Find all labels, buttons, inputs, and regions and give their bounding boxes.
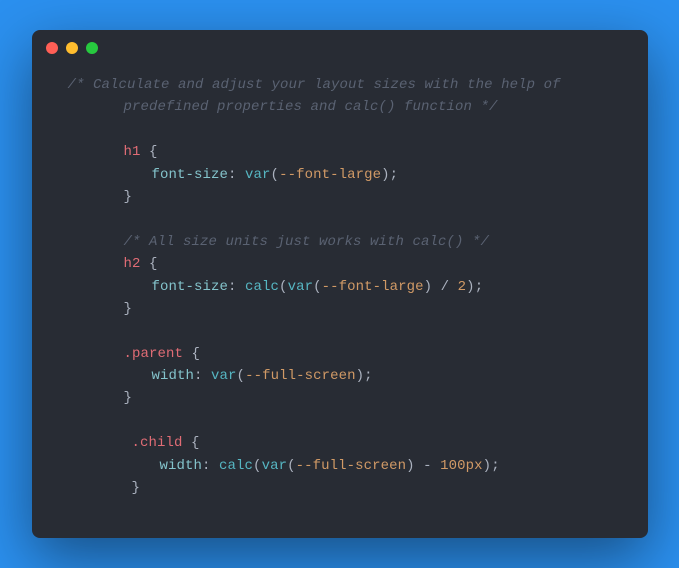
- blank-line: [40, 410, 640, 432]
- variable: --font-large: [322, 279, 424, 295]
- blank-line: [40, 119, 640, 141]
- code-window: /* Calculate and adjust your layout size…: [32, 30, 648, 538]
- brace: }: [124, 301, 133, 317]
- function: var: [262, 458, 288, 474]
- code-line: }: [40, 387, 640, 409]
- code-line: font-size: var(--font-large);: [40, 164, 640, 186]
- brace: }: [124, 189, 133, 205]
- function: var: [245, 167, 271, 183]
- function: calc: [219, 458, 253, 474]
- selector: h2: [124, 256, 141, 272]
- blank-line: [40, 320, 640, 342]
- maximize-icon[interactable]: [86, 42, 98, 54]
- code-line: /* Calculate and adjust your layout size…: [40, 74, 640, 96]
- code-line: width: var(--full-screen);: [40, 365, 640, 387]
- close-icon[interactable]: [46, 42, 58, 54]
- code-line: }: [40, 298, 640, 320]
- brace: }: [132, 480, 141, 496]
- code-line: }: [40, 186, 640, 208]
- selector: .parent: [124, 346, 184, 362]
- code-line: font-size: calc(var(--font-large) / 2);: [40, 276, 640, 298]
- function: calc: [245, 279, 279, 295]
- function: var: [288, 279, 314, 295]
- blank-line: [40, 208, 640, 230]
- code-line: width: calc(var(--full-screen) - 100px);: [40, 455, 640, 477]
- function: var: [211, 368, 237, 384]
- selector: .child: [132, 435, 183, 451]
- number: 100px: [440, 458, 483, 474]
- minimize-icon[interactable]: [66, 42, 78, 54]
- property: font-size: [152, 279, 229, 295]
- titlebar: [32, 30, 648, 66]
- code-line: .child {: [40, 432, 640, 454]
- variable: --font-large: [279, 167, 381, 183]
- variable: --full-screen: [296, 458, 407, 474]
- code-line: h1 {: [40, 141, 640, 163]
- comment-text: predefined properties and calc() functio…: [124, 99, 498, 115]
- selector: h1: [124, 144, 141, 160]
- brace: {: [183, 346, 200, 362]
- brace: }: [124, 390, 133, 406]
- property: width: [160, 458, 203, 474]
- code-block: /* Calculate and adjust your layout size…: [32, 66, 648, 523]
- code-line: }: [40, 477, 640, 499]
- code-line: .parent {: [40, 343, 640, 365]
- property: width: [152, 368, 195, 384]
- variable: --full-screen: [245, 368, 356, 384]
- comment-text: /* All size units just works with calc()…: [124, 234, 490, 250]
- number: 2: [458, 279, 467, 295]
- code-line: predefined properties and calc() functio…: [40, 96, 640, 118]
- property: font-size: [152, 167, 229, 183]
- comment-text: /* Calculate and adjust your layout size…: [68, 77, 561, 93]
- code-line: /* All size units just works with calc()…: [40, 231, 640, 253]
- brace: {: [141, 256, 158, 272]
- brace: {: [141, 144, 158, 160]
- brace: {: [183, 435, 200, 451]
- code-line: h2 {: [40, 253, 640, 275]
